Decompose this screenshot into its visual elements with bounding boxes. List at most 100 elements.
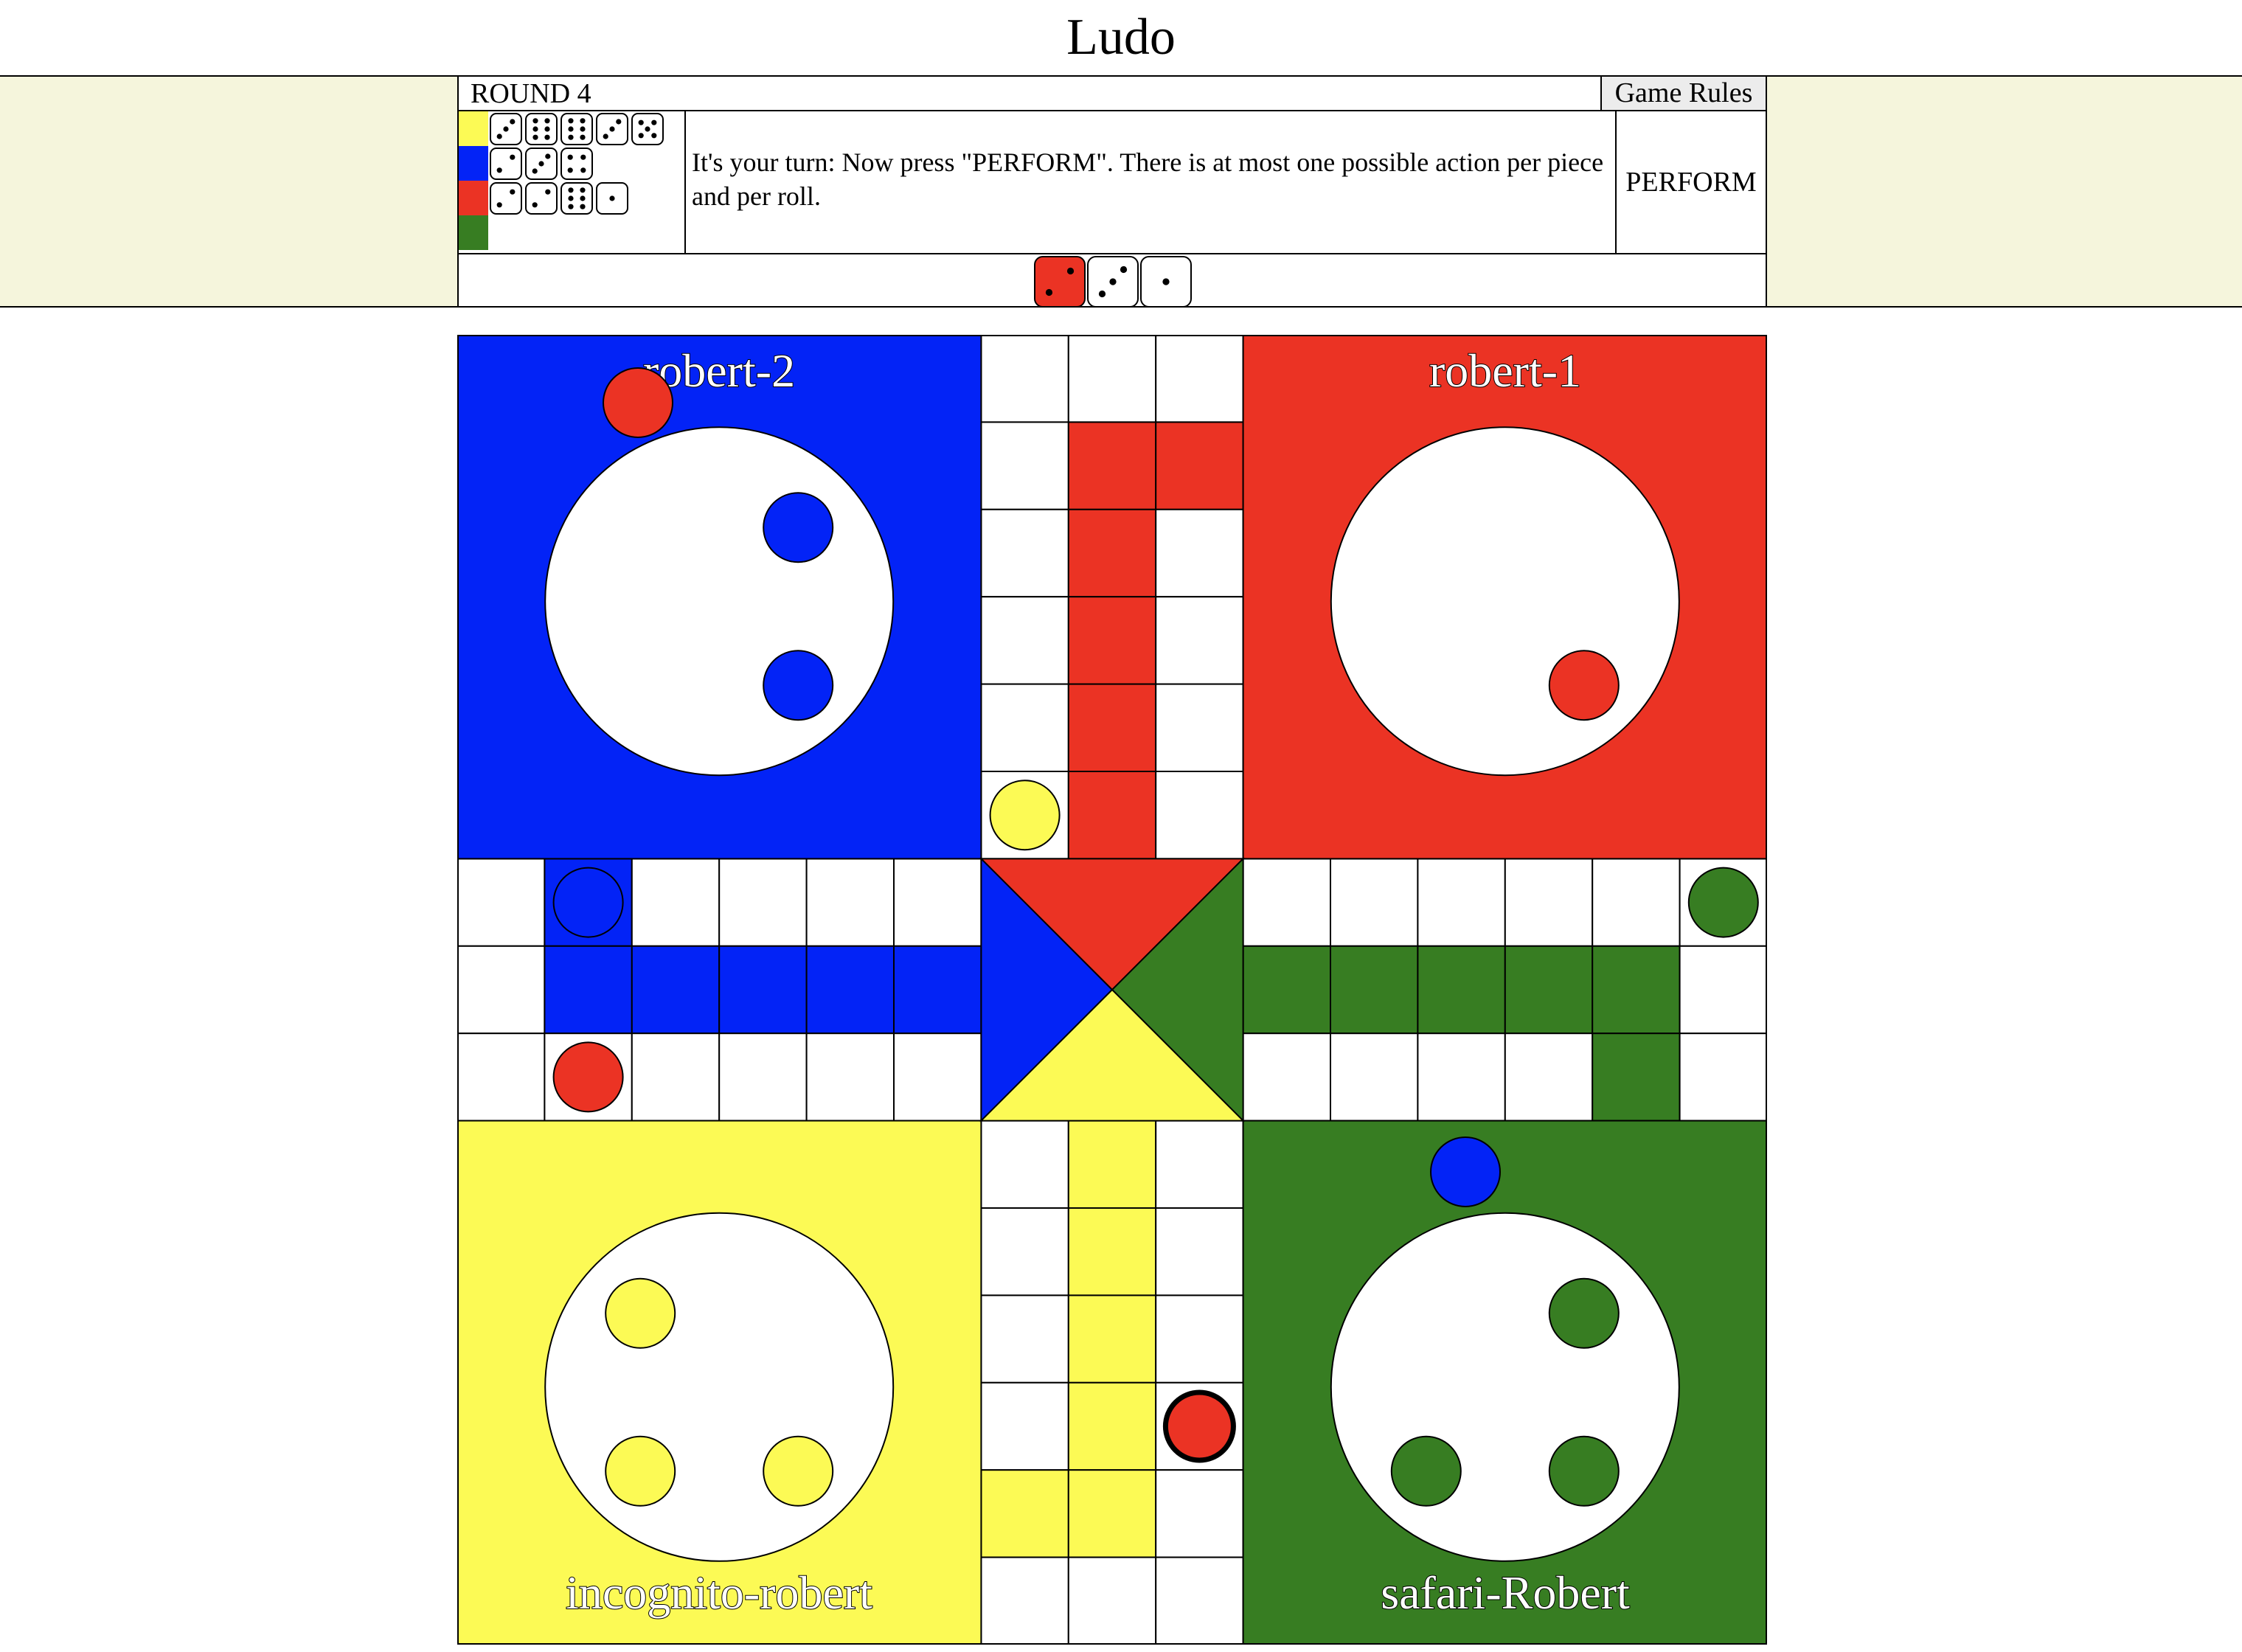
track-square: [1067, 1469, 1157, 1558]
track-square: [1067, 421, 1157, 510]
blue-yard-circle: [544, 426, 895, 777]
track-square: [980, 335, 1069, 423]
track-square: [1067, 771, 1157, 860]
track-square: [1155, 1207, 1244, 1297]
track-square: [457, 1032, 546, 1122]
track-square: [893, 858, 982, 947]
roll-die: [560, 181, 593, 215]
track-square: [980, 1294, 1069, 1384]
yellow-home-piece: [763, 1435, 834, 1507]
track-square: [1155, 1556, 1244, 1645]
track-square: [718, 1032, 808, 1122]
track-square: [805, 945, 895, 1035]
die-2[interactable]: [1087, 256, 1139, 308]
track-square: [1155, 1469, 1244, 1558]
track-square: [980, 1556, 1069, 1645]
track-square: [1679, 1032, 1767, 1122]
blue-roll-history: [490, 146, 593, 181]
roll-die: [596, 181, 628, 215]
track-square: [980, 596, 1069, 685]
track-square: [1242, 1032, 1331, 1122]
yellow-home-piece: [605, 1435, 676, 1507]
die-1[interactable]: [1034, 256, 1086, 308]
round-label: ROUND 4: [471, 78, 591, 109]
blue-piece: [552, 867, 624, 938]
track-square: [1592, 858, 1681, 947]
track-square: [1067, 1381, 1157, 1471]
red-piece[interactable]: [1162, 1389, 1236, 1463]
red-yard-circle: [1330, 426, 1680, 777]
track-square: [1417, 858, 1506, 947]
player-name-green: safari-Robert: [1381, 1566, 1630, 1619]
track-square: [1155, 596, 1244, 685]
track-square: [893, 945, 982, 1035]
blue-piece: [1430, 1136, 1501, 1207]
red-player-swatch: [459, 181, 488, 215]
red-home-piece: [1548, 650, 1620, 721]
round-header: ROUND 4 Game Rules: [459, 77, 1766, 111]
track-square: [980, 508, 1069, 598]
track-square: [980, 421, 1069, 510]
red-roll-history: [490, 181, 628, 215]
roll-die: [596, 112, 628, 145]
green-home-piece: [1390, 1435, 1462, 1507]
track-square: [980, 1207, 1069, 1297]
track-square: [631, 1032, 721, 1122]
green-home-piece: [1548, 1277, 1620, 1349]
red-piece: [603, 367, 673, 438]
track-square: [980, 683, 1069, 773]
track-square: [1067, 1120, 1157, 1209]
green-piece: [1687, 867, 1759, 938]
yellow-home-piece: [605, 1277, 676, 1349]
perform-button[interactable]: PERFORM: [1617, 111, 1766, 253]
track-square: [1155, 771, 1244, 860]
track-square: [1330, 1032, 1419, 1122]
track-square: [893, 1032, 982, 1122]
track-square: [718, 858, 808, 947]
track-square: [1067, 683, 1157, 773]
player-name-yellow: incognito-robert: [566, 1566, 872, 1619]
track-square: [1155, 1120, 1244, 1209]
green-player-swatch: [459, 215, 488, 250]
track-square: [1679, 945, 1767, 1035]
player-name-red: robert-1: [1429, 344, 1581, 397]
track-square: [1155, 1294, 1244, 1384]
die-3[interactable]: [1140, 256, 1192, 308]
track-square: [1067, 508, 1157, 598]
track-square: [718, 945, 808, 1035]
track-square: [1504, 858, 1594, 947]
green-yard-circle: [1330, 1212, 1680, 1562]
roll-die: [525, 181, 558, 215]
ludo-board[interactable]: robert-2 robert-1 incognito-robert safar…: [457, 335, 1767, 1645]
track-square: [1417, 1032, 1506, 1122]
track-square: [1330, 858, 1419, 947]
game-rules-button[interactable]: Game Rules: [1600, 77, 1766, 110]
page-title: Ludo: [1066, 9, 1176, 66]
roll-die: [560, 147, 593, 180]
track-square: [1330, 945, 1419, 1035]
track-square: [980, 1120, 1069, 1209]
track-square: [1155, 683, 1244, 773]
track-square: [1155, 508, 1244, 598]
track-square: [1592, 1032, 1681, 1122]
track-square: [1242, 858, 1331, 947]
track-square: [1067, 1207, 1157, 1297]
track-square: [631, 945, 721, 1035]
track-square: [1067, 1294, 1157, 1384]
current-dice: [459, 253, 1766, 308]
track-square: [1067, 1556, 1157, 1645]
track-square: [1067, 335, 1157, 423]
roll-die: [560, 112, 593, 145]
roll-die: [631, 112, 664, 145]
roll-die: [525, 147, 558, 180]
track-square: [980, 1469, 1069, 1558]
track-square: [457, 945, 546, 1035]
blue-home-piece: [763, 650, 834, 721]
yellow-yard-circle: [544, 1212, 895, 1562]
roll-history: [459, 111, 686, 253]
yellow-piece: [989, 780, 1061, 851]
track-square: [805, 858, 895, 947]
roll-die: [525, 112, 558, 145]
track-square: [1504, 1032, 1594, 1122]
track-square: [1504, 945, 1594, 1035]
